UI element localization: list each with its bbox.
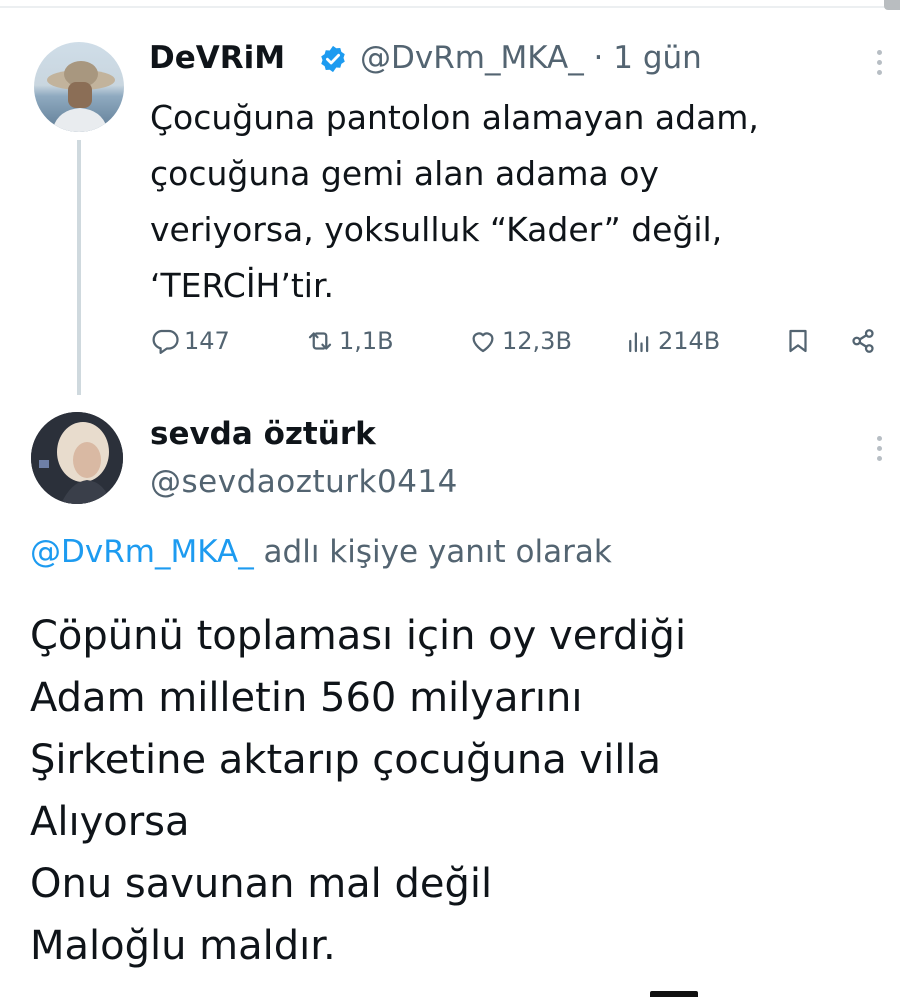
views-button[interactable]: 214B [624, 326, 720, 356]
more-icon[interactable] [877, 436, 883, 466]
avatar-devrim[interactable] [34, 42, 124, 132]
view-count: 214B [658, 327, 721, 355]
author-name[interactable]: DeVRiM [149, 40, 285, 76]
author-handle-time[interactable]: @DvRm_MKA_ · 1 gün [360, 40, 702, 76]
author-name[interactable]: sevda öztürk [150, 416, 376, 452]
more-icon[interactable] [877, 50, 883, 80]
tweet-actions: 147 1,1B 12,3B 214B [0, 326, 900, 366]
verified-badge-icon [321, 45, 345, 73]
reply-context: @DvRm_MKA_ adlı kişiye yanıt olarak [30, 534, 612, 570]
avatar-photo-icon [31, 412, 123, 504]
tweet-line: Çocuğuna pantolon alamayan adam, [150, 98, 759, 137]
tweet-line: ‘TERCİH’tir. [150, 266, 334, 305]
reply-to-label: adlı kişiye yanıt olarak [253, 534, 612, 570]
repost-icon [308, 332, 332, 350]
avatar-sevda[interactable] [31, 412, 123, 504]
bottom-indicator [650, 991, 698, 997]
tweet-text: Çocuğuna pantolon alamayan adam, çocuğun… [150, 90, 850, 314]
tweet-line: Maloğlu maldır. [30, 923, 336, 969]
tweet-line: Onu savunan mal değil [30, 861, 493, 907]
repost-count: 1,1B [339, 327, 394, 355]
tweet-line: Adam milletin 560 milyarını [30, 675, 583, 721]
reply-to-link[interactable]: @DvRm_MKA_ [30, 534, 254, 570]
reply-count: 147 [184, 327, 230, 355]
like-icon [472, 332, 494, 353]
share-icon [852, 329, 874, 353]
tweet-line: Çöpünü toplaması için oy verdiği [30, 613, 687, 659]
like-button[interactable]: 12,3B [468, 326, 572, 356]
reply-button[interactable]: 147 [150, 326, 230, 356]
tweet-line: veriyorsa, yoksulluk “Kader” değil, [150, 210, 723, 249]
avatar-photo-icon [47, 61, 115, 132]
like-count: 12,3B [502, 327, 572, 355]
scroll-indicator [884, 0, 900, 10]
bookmark-icon [789, 329, 807, 353]
views-icon [629, 332, 649, 353]
tweet-line: Alıyorsa [30, 799, 190, 845]
top-divider [0, 6, 900, 8]
bookmark-button[interactable] [783, 326, 817, 356]
tweet-text: Çöpünü toplaması için oy verdiği Adam mi… [30, 605, 686, 977]
repost-button[interactable]: 1,1B [305, 326, 394, 356]
tweet-line: Şirketine aktarıp çocuğuna villa [30, 737, 661, 783]
reply-icon [152, 329, 179, 354]
author-handle[interactable]: @sevdaozturk0414 [150, 464, 458, 500]
share-button[interactable] [848, 326, 882, 356]
tweet-line: çocuğuna gemi alan adama oy [150, 154, 659, 193]
